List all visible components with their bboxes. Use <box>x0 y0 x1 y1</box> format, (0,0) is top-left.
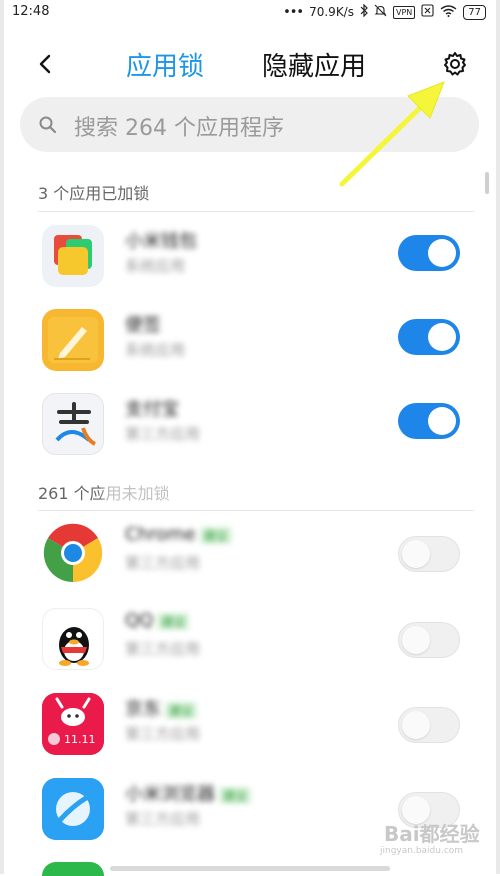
mi-wallet-icon <box>42 225 104 287</box>
toggle-knob <box>428 239 456 267</box>
header: 应用锁 隐藏应用 <box>0 36 500 92</box>
app-name: 京东 建议 <box>125 695 198 721</box>
list-item: 小米钱包 系统应用 <box>0 225 500 309</box>
gear-icon <box>444 52 466 76</box>
svg-text:11.11: 11.11 <box>64 733 96 746</box>
app-category: 第三方应用 <box>125 810 201 828</box>
suggest-tag: 建议 <box>165 702 198 719</box>
app-category: 系统应用 <box>125 257 186 275</box>
unlocked-section-divider <box>38 510 474 511</box>
jd-icon: 11.11 <box>42 693 104 755</box>
chevron-left-icon <box>39 54 51 74</box>
mute-bell-icon <box>374 4 387 20</box>
app-category: 系统应用 <box>125 341 186 359</box>
no-sim-icon <box>421 4 434 20</box>
status-time: 12:48 <box>12 4 50 19</box>
blur-overlay <box>104 478 319 514</box>
lock-toggle[interactable] <box>398 403 460 439</box>
app-name: 便签 <box>125 315 161 336</box>
wifi-icon <box>440 4 457 20</box>
lock-toggle[interactable] <box>398 319 460 355</box>
list-item: Chrome 建议 第三方应用 <box>0 522 500 606</box>
app-name: 支付宝 <box>125 399 179 420</box>
app-name: 小米钱包 <box>125 231 197 252</box>
suggest-tag: 建议 <box>199 527 232 544</box>
back-button[interactable] <box>32 50 60 78</box>
app-category: 第三方应用 <box>125 554 201 572</box>
search-placeholder: 搜索 264 个应用程序 <box>74 116 284 141</box>
qq-icon <box>42 608 104 670</box>
locked-section-title: 3 个应用已加锁 <box>38 184 150 203</box>
mi-browser-icon <box>42 778 104 840</box>
app-category: 第三方应用 <box>125 725 201 743</box>
toggle-knob <box>402 626 430 654</box>
suggest-tag: 建议 <box>219 787 252 804</box>
baidu-watermark-url: jingyan.baidu.com <box>380 846 464 856</box>
settings-button[interactable] <box>441 50 469 78</box>
lock-toggle[interactable] <box>398 536 460 572</box>
locked-section-divider <box>38 211 474 212</box>
home-indicator[interactable] <box>110 866 390 871</box>
toggle-knob <box>428 407 456 435</box>
status-bar: 12:48 ••• 70.9K/s VPN 77 <box>0 0 500 26</box>
lock-toggle[interactable] <box>398 622 460 658</box>
app-name: Chrome 建议 <box>125 524 232 545</box>
app-name: QQ 建议 <box>125 610 190 631</box>
app-category: 第三方应用 <box>125 425 201 443</box>
network-speed: 70.9K/s <box>309 5 354 19</box>
tab-app-lock[interactable]: 应用锁 <box>126 46 204 83</box>
alipay-icon <box>42 393 104 455</box>
app-name: 小米浏览器 建议 <box>125 780 252 806</box>
list-item: 便签 系统应用 <box>0 309 500 393</box>
bluetooth-icon <box>360 3 368 20</box>
search-icon <box>39 116 57 134</box>
scroll-indicator <box>485 172 489 194</box>
suggest-tag: 建议 <box>157 613 190 630</box>
status-icons: ••• 70.9K/s VPN 77 <box>283 3 486 20</box>
list-item: QQ 建议 第三方应用 <box>0 608 500 692</box>
list-item: 11.11 京东 建议 第三方应用 <box>0 693 500 777</box>
notification-dots: ••• <box>283 4 304 20</box>
app-category: 第三方应用 <box>125 640 201 658</box>
search-input[interactable]: 搜索 264 个应用程序 <box>20 97 479 152</box>
toggle-knob <box>402 711 430 739</box>
lock-toggle[interactable] <box>398 235 460 271</box>
baidu-watermark: Bai都经验 <box>384 822 480 846</box>
battery-indicator: 77 <box>463 4 486 20</box>
toggle-knob <box>402 540 430 568</box>
chrome-icon <box>42 522 104 584</box>
lock-toggle[interactable] <box>398 707 460 743</box>
notes-icon <box>42 309 104 371</box>
tab-hidden-apps[interactable]: 隐藏应用 <box>262 46 366 83</box>
vpn-badge: VPN <box>392 5 416 19</box>
list-item: 支付宝 第三方应用 <box>0 393 500 477</box>
toggle-knob <box>428 323 456 351</box>
